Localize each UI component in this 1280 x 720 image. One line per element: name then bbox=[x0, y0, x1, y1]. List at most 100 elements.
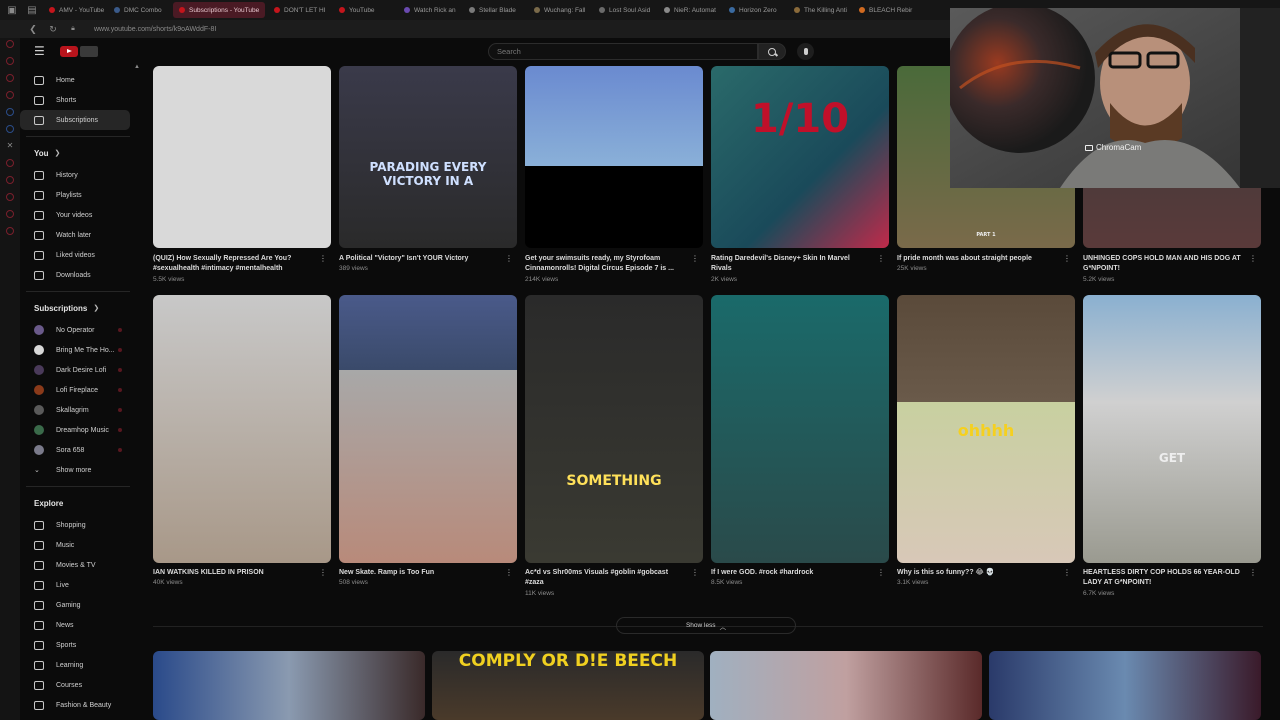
sidebar-item-music[interactable]: Music bbox=[20, 535, 130, 555]
sidebar-item-lofi-fireplace[interactable]: Lofi Fireplace bbox=[20, 380, 130, 400]
sidebar-app-icon[interactable] bbox=[6, 91, 14, 99]
sidebar-item-courses[interactable]: Courses bbox=[20, 675, 130, 695]
sidebar-app-icon[interactable] bbox=[6, 227, 14, 235]
short-card[interactable]: New Skate. Ramp is Too Fun 508 views ⋮ bbox=[339, 295, 517, 623]
voice-search-button[interactable] bbox=[797, 43, 814, 60]
sidebar-item-dreamhop-music[interactable]: Dreamhop Music bbox=[20, 420, 130, 440]
short-card[interactable]: SOMETHING Ac*d vs Shr00ms Visuals #goblin… bbox=[525, 295, 703, 623]
sidebar-item-subscriptions[interactable]: Subscriptions bbox=[20, 110, 130, 130]
nav-subscriptions-heading[interactable]: Subscriptions ❯ bbox=[20, 296, 138, 320]
short-card[interactable]: 1/10 Rating Daredevil's Disney+ Skin In M… bbox=[711, 66, 889, 308]
short-card[interactable]: Get your swimsuits ready, my Styrofoam C… bbox=[525, 66, 703, 308]
video-card[interactable] bbox=[989, 651, 1261, 720]
show-less-button[interactable]: Show less ︿ bbox=[616, 617, 796, 634]
browser-tab[interactable]: Lost Soul Asid bbox=[593, 2, 655, 18]
youtube-logo[interactable] bbox=[60, 45, 78, 57]
browser-tab[interactable]: DMC Combo bbox=[108, 2, 170, 18]
short-thumbnail[interactable] bbox=[339, 295, 517, 563]
more-options-icon[interactable]: ⋮ bbox=[319, 568, 327, 577]
sidebar-item-dark-desire-lofi[interactable]: Dark Desire Lofi bbox=[20, 360, 130, 380]
sidebar-x-icon[interactable]: ✕ bbox=[6, 142, 14, 150]
short-title[interactable]: IAN WATKINS KILLED IN PRISON bbox=[153, 568, 313, 578]
search-button[interactable] bbox=[758, 43, 786, 60]
sidebar-item-skallagrim[interactable]: Skallagrim bbox=[20, 400, 130, 420]
tab-menu-icon[interactable]: ▣ bbox=[4, 2, 20, 18]
more-options-icon[interactable]: ⋮ bbox=[1063, 254, 1071, 263]
sidebar-item-fashion-beauty[interactable]: Fashion & Beauty bbox=[20, 695, 130, 715]
short-title[interactable]: HEARTLESS DIRTY COP HOLDS 66 YEAR-OLD LA… bbox=[1083, 568, 1243, 588]
nav-you-heading[interactable]: You ❯ bbox=[20, 141, 138, 165]
sidebar-item-shorts[interactable]: Shorts bbox=[20, 90, 130, 110]
short-title[interactable]: (QUIZ) How Sexually Repressed Are You? #… bbox=[153, 254, 313, 274]
sidebar-item-watch-later[interactable]: Watch later bbox=[20, 225, 130, 245]
sidebar-item-learning[interactable]: Learning bbox=[20, 655, 130, 675]
short-thumbnail[interactable]: 1/10 bbox=[711, 66, 889, 248]
sidebar-item-news[interactable]: News bbox=[20, 615, 130, 635]
sidebar-app-icon[interactable] bbox=[6, 40, 14, 48]
short-title[interactable]: New Skate. Ramp is Too Fun bbox=[339, 568, 499, 578]
sidebar-item-sora-658[interactable]: Sora 658 bbox=[20, 440, 130, 460]
sidebar-item-history[interactable]: History bbox=[20, 165, 130, 185]
sidebar-item-no-operator[interactable]: No Operator bbox=[20, 320, 130, 340]
short-thumbnail[interactable]: ohhhh bbox=[897, 295, 1075, 563]
sidebar-item-live[interactable]: Live bbox=[20, 575, 130, 595]
short-thumbnail[interactable] bbox=[525, 66, 703, 248]
scroll-up-arrow-icon[interactable]: ▲ bbox=[134, 64, 140, 70]
sidebar-item-downloads[interactable]: Downloads bbox=[20, 265, 130, 285]
short-thumbnail[interactable]: SOMETHING bbox=[525, 295, 703, 563]
short-thumbnail[interactable]: PARADING EVERY VICTORY IN A bbox=[339, 66, 517, 248]
more-options-icon[interactable]: ⋮ bbox=[691, 568, 699, 577]
sidebar-item-sports[interactable]: Sports bbox=[20, 635, 130, 655]
sidebar-app-icon[interactable] bbox=[6, 176, 14, 184]
browser-tab[interactable]: YouTube bbox=[333, 2, 395, 18]
short-thumbnail[interactable] bbox=[711, 295, 889, 563]
short-title[interactable]: Get your swimsuits ready, my Styrofoam C… bbox=[525, 254, 685, 274]
short-title[interactable]: Why is this so funny?? 😂 💀 bbox=[897, 568, 1057, 578]
sidebar-item-your-videos[interactable]: Your videos bbox=[20, 205, 130, 225]
back-icon[interactable]: ❮ bbox=[28, 24, 38, 35]
browser-tab[interactable]: Watch Rick an bbox=[398, 2, 460, 18]
reload-icon[interactable]: ↻ bbox=[48, 24, 58, 35]
hamburger-menu-icon[interactable]: ☰ bbox=[34, 44, 46, 58]
short-title[interactable]: A Political "Victory" Isn't YOUR Victory bbox=[339, 254, 499, 264]
browser-tab[interactable]: AMV - YouTube bbox=[43, 2, 105, 18]
tab-list-icon[interactable]: ▤ bbox=[24, 2, 40, 18]
browser-tab[interactable]: Subscriptions - YouTube bbox=[173, 2, 265, 18]
short-title[interactable]: UNHINGED COPS HOLD MAN AND HIS DOG AT G*… bbox=[1083, 254, 1243, 274]
short-thumbnail[interactable]: GET bbox=[1083, 295, 1261, 563]
sidebar-app-icon[interactable] bbox=[6, 193, 14, 201]
more-options-icon[interactable]: ⋮ bbox=[1249, 568, 1257, 577]
show-more-button[interactable]: ⌄ Show more bbox=[20, 460, 130, 480]
short-card[interactable]: IAN WATKINS KILLED IN PRISON 40K views ⋮ bbox=[153, 295, 331, 623]
browser-tab[interactable]: The Killing Anti bbox=[788, 2, 850, 18]
video-card[interactable] bbox=[710, 651, 982, 720]
sidebar-item-shopping[interactable]: Shopping bbox=[20, 515, 130, 535]
video-card[interactable] bbox=[153, 651, 425, 720]
short-thumbnail[interactable] bbox=[153, 295, 331, 563]
more-options-icon[interactable]: ⋮ bbox=[1249, 254, 1257, 263]
short-title[interactable]: Ac*d vs Shr00ms Visuals #goblin #gobcast… bbox=[525, 568, 685, 588]
url-text[interactable]: www.youtube.com/shorts/k9oAWddF-8I bbox=[94, 26, 216, 33]
short-card[interactable]: PARADING EVERY VICTORY IN A A Political "… bbox=[339, 66, 517, 308]
more-options-icon[interactable]: ⋮ bbox=[505, 254, 513, 263]
sidebar-app-icon[interactable] bbox=[6, 57, 14, 65]
more-options-icon[interactable]: ⋮ bbox=[319, 254, 327, 263]
short-title[interactable]: If I were GOD. #rock #hardrock bbox=[711, 568, 871, 578]
sidebar-item-movies-tv[interactable]: Movies & TV bbox=[20, 555, 130, 575]
sidebar-item-bring-me-the-ho[interactable]: Bring Me The Ho... bbox=[20, 340, 130, 360]
browser-tab[interactable]: Horizon Zero bbox=[723, 2, 785, 18]
short-thumbnail[interactable] bbox=[153, 66, 331, 248]
browser-tab[interactable]: NieR: Automat bbox=[658, 2, 720, 18]
sidebar-app-icon[interactable] bbox=[6, 210, 14, 218]
browser-tab[interactable]: Stellar Blade bbox=[463, 2, 525, 18]
more-options-icon[interactable]: ⋮ bbox=[1063, 568, 1071, 577]
video-card[interactable]: COMPLY OR D!E BEECH bbox=[432, 651, 704, 720]
browser-tab[interactable]: Wuchang: Fall bbox=[528, 2, 590, 18]
short-card[interactable]: (QUIZ) How Sexually Repressed Are You? #… bbox=[153, 66, 331, 308]
short-card[interactable]: ohhhh Why is this so funny?? 😂 💀 3.1K view… bbox=[897, 295, 1075, 623]
more-options-icon[interactable]: ⋮ bbox=[877, 568, 885, 577]
more-options-icon[interactable]: ⋮ bbox=[877, 254, 885, 263]
sidebar-item-playlists[interactable]: Playlists bbox=[20, 185, 130, 205]
short-card[interactable]: If I were GOD. #rock #hardrock 8.5K views… bbox=[711, 295, 889, 623]
sidebar-item-home[interactable]: Home bbox=[20, 70, 130, 90]
